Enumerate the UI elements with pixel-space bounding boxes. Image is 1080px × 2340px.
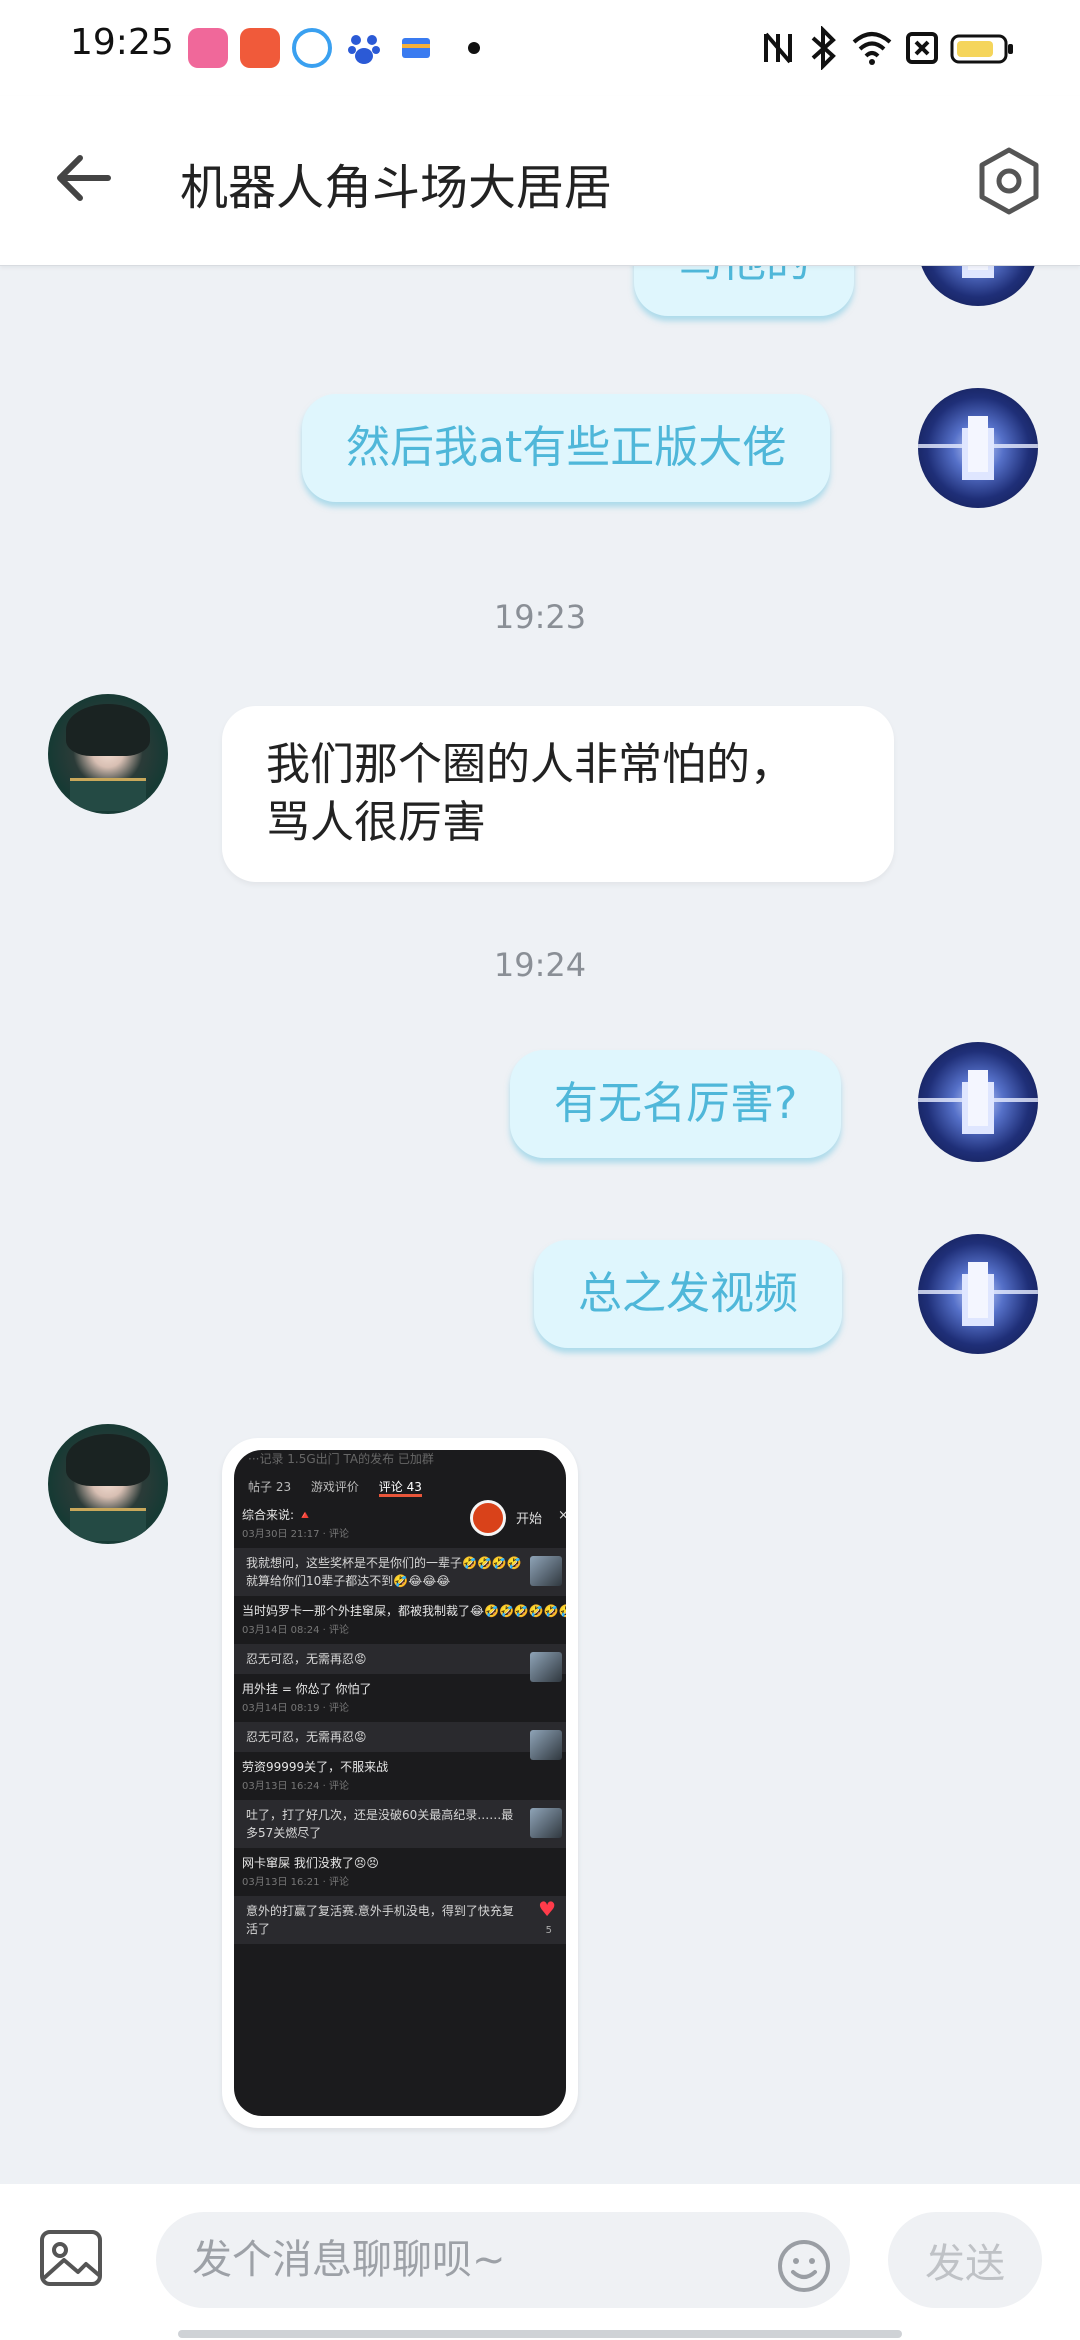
message-bubble-outgoing[interactable]: 骂他的	[634, 266, 854, 316]
comment-reply-text: 吐了，打了好几次，还是没破60关最高纪录……最多57关燃尽了	[246, 1808, 514, 1840]
message-text-line: 骂人很厉害	[266, 797, 486, 848]
message-text-line: 我们那个圈的人非常怕的，	[266, 739, 794, 790]
comment-meta: 03月14日 08:19 · 评论	[242, 1703, 349, 1714]
battery-icon	[950, 34, 1013, 64]
comment-reply: 意外的打赢了复活赛.意外手机没电，得到了快充复活了 ♥ 5	[234, 1896, 566, 1944]
send-button[interactable]: 发送	[888, 2212, 1042, 2308]
message-bubble-outgoing[interactable]: 然后我at有些正版大佬	[302, 394, 831, 502]
list-item: 劳资99999关了，不服来战 03月13日 16:24 · 评论 吐了，打了好几…	[234, 1754, 566, 1848]
baidu-icon	[344, 28, 384, 68]
comment-reply-text: 忍无可忍，无需再忍😡	[246, 1652, 367, 1666]
avatar[interactable]	[48, 1424, 168, 1544]
emoji-icon[interactable]	[776, 2238, 832, 2294]
input-bar: 发送	[0, 2184, 1080, 2340]
hexagon-settings-icon[interactable]	[974, 146, 1044, 216]
message-text: 有无名厉害?	[554, 1078, 798, 1129]
screenshot-tabs: ···记录 1.5G出门 TA的发布 已加群	[248, 1450, 566, 1480]
avatar[interactable]	[918, 388, 1038, 508]
like-count: 5	[545, 1925, 552, 1936]
message-bubble-incoming[interactable]: 我们那个圈的人非常怕的， 骂人很厉害	[222, 706, 894, 882]
browser-icon	[292, 28, 332, 68]
wallet-icon	[396, 28, 436, 68]
comment-reply: 忍无可忍，无需再忍😡	[234, 1722, 566, 1760]
message-bubble-outgoing[interactable]: 总之发视频	[534, 1240, 842, 1348]
comment-reply: 我就想问，这些奖杯是不是你们的一辈子🤣🤣🤣🤣就算给你们10辈子都达不到🤣😂😂😂	[234, 1548, 566, 1596]
status-bar: 19:25	[0, 0, 1080, 96]
thumbnail	[530, 1556, 562, 1586]
comment-meta: 03月14日 08:24 · 评论	[242, 1625, 349, 1636]
screenshot-tab: 游戏评价	[310, 1480, 359, 1494]
timestamp: 19:23	[493, 598, 587, 636]
chat-area[interactable]: 骂他的 然后我at有些正版大佬 19:23 我们那个圈的人非常怕的， 骂人很厉害…	[0, 266, 1080, 2184]
screenshot-tab: 帖子 23	[248, 1480, 292, 1494]
chat-header: 机器人角斗场大居居	[0, 96, 1080, 266]
list-item: 用外挂 = 你怂了 你怕了 03月14日 08:19 · 评论 忍无可忍，无需再…	[234, 1676, 566, 1760]
timestamp: 19:24	[493, 946, 587, 984]
message-text: 总之发视频	[578, 1268, 798, 1319]
video-player-icon	[240, 28, 280, 68]
comment-reply-text: 忍无可忍，无需再忍😡	[246, 1730, 367, 1744]
image-icon[interactable]	[38, 2228, 104, 2288]
message-input[interactable]	[156, 2212, 850, 2308]
screenshot-tab: 评论 43	[378, 1480, 422, 1497]
no-sim-icon	[906, 32, 938, 64]
comment-title: 当时妈罗卡一那个外挂窜屎，都被我制裁了😂🤣🤣🤣🤣🤣🤣🤣🤣🤣🤣🤣🤣🤣🤣🤣🤣🤣🤣🤣🤣…	[242, 1604, 566, 1618]
bluetooth-icon	[811, 26, 836, 70]
thumbnail	[530, 1808, 562, 1838]
message-bubble-outgoing[interactable]: 有无名厉害?	[510, 1050, 842, 1158]
home-indicator[interactable]	[178, 2330, 902, 2338]
image-message[interactable]: ···记录 1.5G出门 TA的发布 已加群 帖子 23 游戏评价 评论 43 …	[222, 1438, 578, 2128]
comment-title: 用外挂 = 你怂了 你怕了	[242, 1682, 372, 1696]
comment-meta: 03月30日 21:17 · 评论	[242, 1529, 349, 1540]
comment-reply: 吐了，打了好几次，还是没破60关最高纪录……最多57关燃尽了	[234, 1800, 566, 1848]
heart-icon: ♥	[538, 1897, 556, 1921]
notification-dot	[468, 42, 480, 54]
comment-reply: 忍无可忍，无需再忍😡	[234, 1644, 566, 1682]
screenshot-comment-list: 综合来说: 🔺 03月30日 21:17 · 评论 我就想问，这些奖杯是不是你们…	[234, 1502, 566, 1946]
avatar[interactable]	[918, 1042, 1038, 1162]
list-item: 网卡窜屎 我们没救了😣😣 03月13日 16:21 · 评论 意外的打赢了复活赛…	[234, 1850, 566, 1944]
list-item: 综合来说: 🔺 03月30日 21:17 · 评论 我就想问，这些奖杯是不是你们…	[234, 1502, 566, 1596]
comment-reply-text: 我就想问，这些奖杯是不是你们的一辈子🤣🤣🤣🤣就算给你们10辈子都达不到🤣😂😂😂	[246, 1556, 522, 1588]
comment-reply-text: 意外的打赢了复活赛.意外手机没电，得到了快充复活了	[246, 1904, 514, 1936]
comment-title: 综合来说: 🔺	[242, 1508, 313, 1522]
arrow-left-icon[interactable]	[52, 146, 116, 210]
avatar[interactable]	[48, 694, 168, 814]
comment-meta: 03月13日 16:21 · 评论	[242, 1877, 349, 1888]
bilibili-icon	[188, 28, 228, 68]
avatar[interactable]	[918, 1234, 1038, 1354]
comment-title: 劳资99999关了，不服来战	[242, 1760, 389, 1774]
chat-title: 机器人角斗场大居居	[180, 160, 613, 216]
screenshot-top-text: ···记录 1.5G出门 TA的发布 已加群	[248, 1452, 434, 1466]
shared-screenshot: ···记录 1.5G出门 TA的发布 已加群 帖子 23 游戏评价 评论 43 …	[234, 1450, 566, 2116]
comment-meta: 03月13日 16:24 · 评论	[242, 1781, 349, 1792]
status-time: 19:25	[70, 22, 174, 63]
nfc-icon	[764, 32, 792, 64]
avatar[interactable]	[918, 266, 1038, 306]
message-text: 然后我at有些正版大佬	[346, 422, 787, 473]
wifi-icon	[852, 32, 892, 65]
message-text: 骂他的	[678, 266, 810, 287]
list-item: 当时妈罗卡一那个外挂窜屎，都被我制裁了😂🤣🤣🤣🤣🤣🤣🤣🤣🤣🤣🤣🤣🤣🤣🤣🤣🤣🤣🤣🤣…	[234, 1598, 566, 1682]
comment-title: 网卡窜屎 我们没救了😣😣	[242, 1856, 379, 1870]
